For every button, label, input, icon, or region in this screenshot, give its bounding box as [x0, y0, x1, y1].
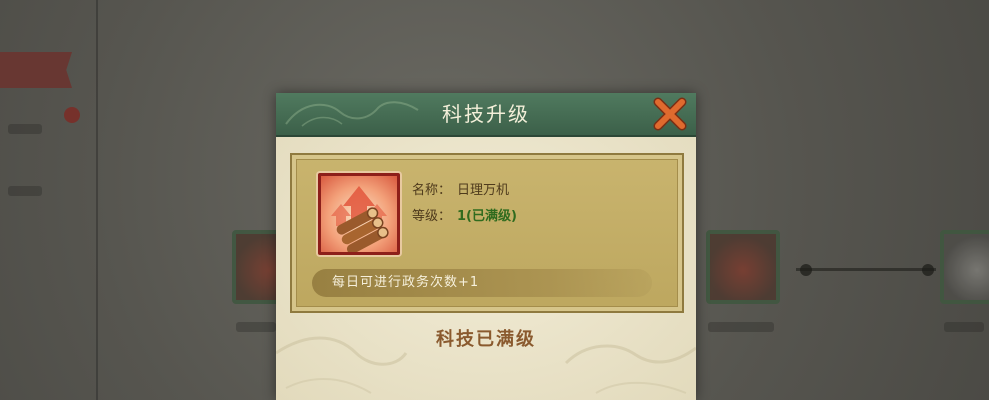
- close-button[interactable]: [652, 97, 688, 131]
- background-label: [8, 124, 42, 134]
- background-divider: [96, 0, 98, 400]
- background-node-label: [708, 322, 774, 332]
- tech-name-value: 日理万机: [457, 183, 510, 198]
- dialog-header: 科技升级: [276, 93, 696, 137]
- background-tree-connector: [796, 268, 936, 271]
- background-tech-node: [706, 230, 780, 304]
- max-level-status: 科技已满级: [436, 329, 536, 350]
- tech-effect-text: 每日可进行政务次数+1: [332, 275, 480, 290]
- background-label: [8, 186, 42, 196]
- background-connector-dot: [922, 264, 934, 276]
- tech-level-row: 等级： 1(已满级): [412, 205, 517, 224]
- tech-level-label: 等级：: [412, 209, 452, 224]
- tech-name-row: 名称： 日理万机: [412, 179, 509, 198]
- game-screen: 科技升级 名称： 日理万机 等级： 1(已满级) 每日可进行政务次数+1 科技已…: [0, 0, 989, 400]
- tech-level-value: 1(已满级): [457, 209, 517, 224]
- close-x-icon: [653, 97, 687, 131]
- background-category-ribbon: [0, 52, 72, 88]
- tech-upgrade-dialog: 科技升级 名称： 日理万机 等级： 1(已满级) 每日可进行政务次数+1 科技已…: [276, 93, 696, 400]
- tech-name-label: 名称：: [412, 183, 452, 198]
- wood-logs-upgrade-icon: [318, 173, 400, 255]
- background-connector-dot: [800, 264, 812, 276]
- dialog-title: 科技升级: [442, 102, 530, 126]
- background-node-label: [236, 322, 276, 332]
- background-tech-node-locked: [940, 230, 989, 304]
- background-notification-dot: [64, 107, 80, 123]
- background-node-label: [944, 322, 984, 332]
